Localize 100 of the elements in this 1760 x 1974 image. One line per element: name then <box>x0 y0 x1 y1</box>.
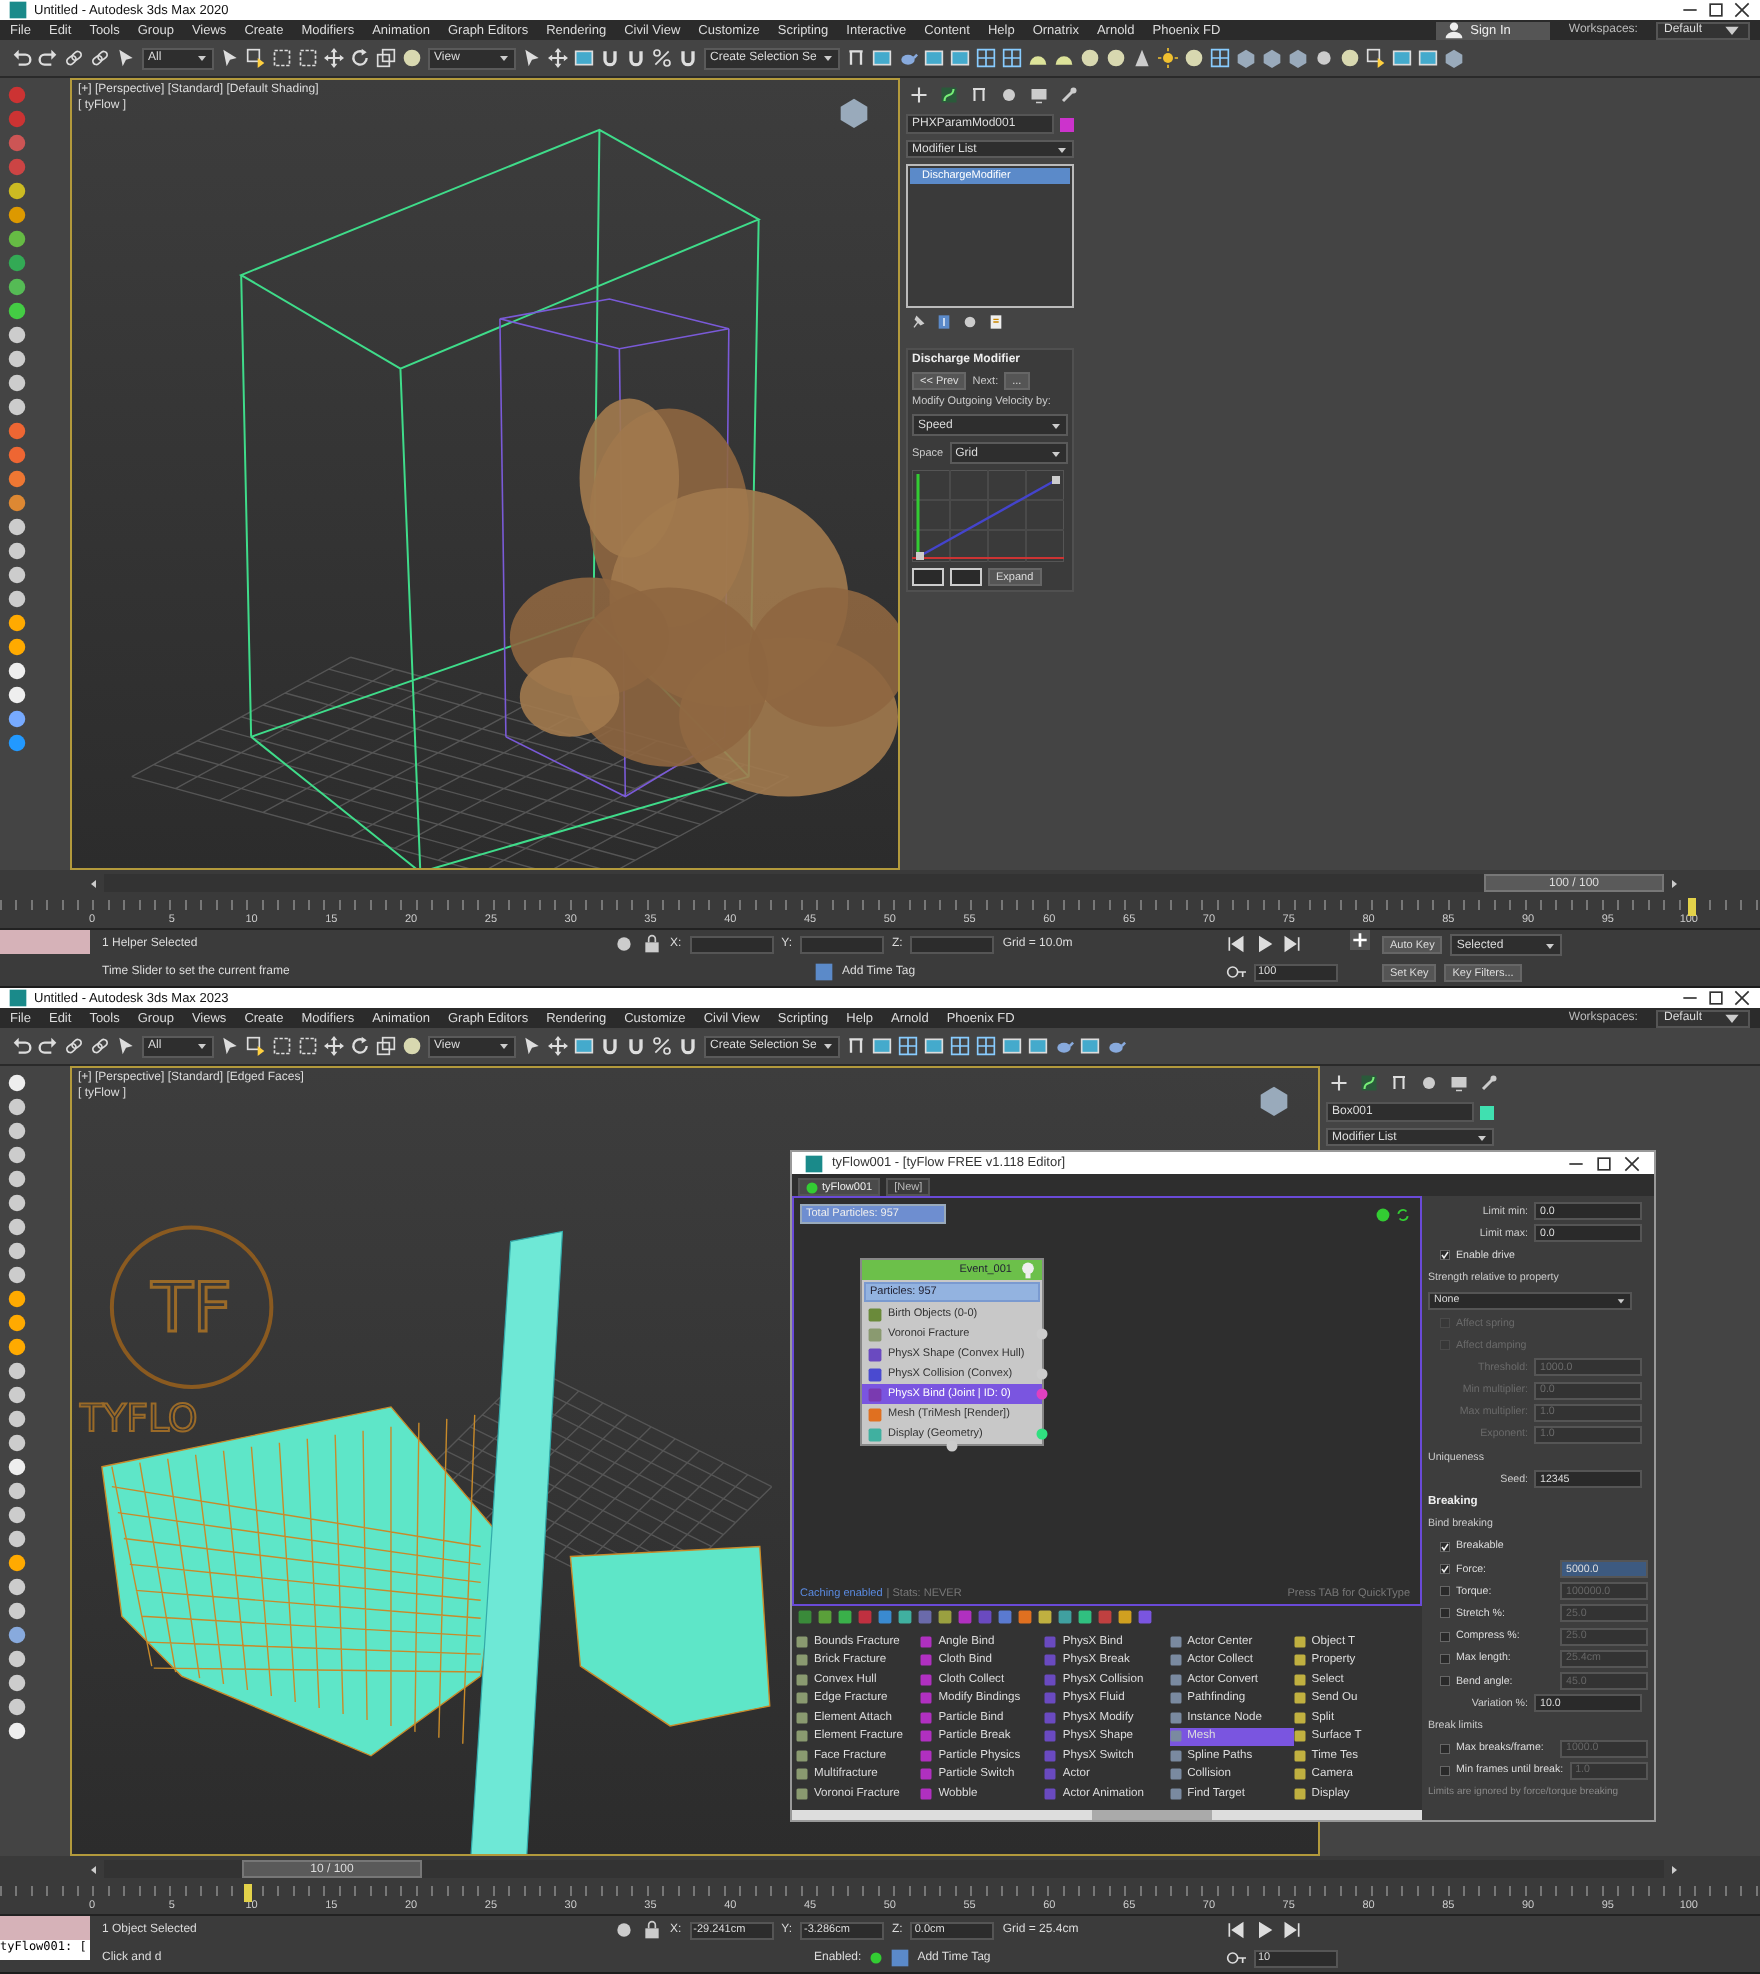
coordinate-field[interactable] <box>800 935 885 953</box>
checkbox[interactable] <box>1440 1541 1450 1552</box>
teapot-icon[interactable] <box>898 48 918 68</box>
caret-left-icon[interactable] <box>88 1863 100 1875</box>
monitor-icon[interactable] <box>1450 1074 1468 1092</box>
scrollbar-thumb[interactable] <box>1092 1810 1212 1820</box>
cursor-icon[interactable] <box>116 1036 136 1056</box>
checkbox[interactable] <box>1440 1608 1450 1619</box>
cube-icon[interactable] <box>1258 1084 1290 1116</box>
hierarchy-icon[interactable] <box>846 48 866 68</box>
circle-icon[interactable] <box>614 1920 634 1940</box>
key-icon[interactable] <box>1226 962 1246 982</box>
cone-icon[interactable] <box>1132 48 1152 68</box>
value-field[interactable] <box>950 568 982 586</box>
playhead-marker[interactable] <box>244 1884 253 1902</box>
circle-icon[interactable] <box>1420 1074 1438 1092</box>
grid-icon[interactable] <box>898 1036 918 1056</box>
move-icon[interactable] <box>324 1036 344 1056</box>
color-swatch[interactable] <box>1060 117 1074 131</box>
maximize-icon[interactable] <box>1706 0 1726 20</box>
move-icon[interactable] <box>548 48 568 68</box>
grid-icon[interactable] <box>950 1036 970 1056</box>
hierarchy-icon[interactable] <box>846 1036 866 1056</box>
color-swatch[interactable] <box>1480 1105 1494 1119</box>
maximize-icon[interactable] <box>1594 1153 1614 1173</box>
lock-icon[interactable] <box>642 934 662 954</box>
cursor-icon[interactable] <box>522 48 542 68</box>
grid-icon[interactable] <box>1002 48 1022 68</box>
cursor-icon[interactable] <box>116 48 136 68</box>
link-icon[interactable] <box>90 48 110 68</box>
checkbox[interactable] <box>1440 1564 1450 1575</box>
wrench-icon[interactable] <box>1060 86 1078 104</box>
cursor-icon[interactable] <box>522 1036 542 1056</box>
listener-field[interactable] <box>0 1916 90 1940</box>
frame-icon[interactable] <box>574 1036 594 1056</box>
skip-forward-icon[interactable] <box>1282 934 1302 954</box>
plus-icon[interactable] <box>1330 1074 1348 1092</box>
curve-icon[interactable] <box>940 86 958 104</box>
link-icon[interactable] <box>90 1036 110 1056</box>
caret-left-icon[interactable] <box>88 877 100 889</box>
coordinate-field[interactable] <box>910 935 995 953</box>
hierarchy-icon[interactable] <box>1390 1074 1408 1092</box>
dashed-square-icon[interactable] <box>298 1036 318 1056</box>
dashed-square-icon[interactable] <box>272 1036 292 1056</box>
link-icon[interactable] <box>64 1036 84 1056</box>
grid-icon[interactable] <box>976 1036 996 1056</box>
cube-icon[interactable] <box>838 96 870 128</box>
frame-icon[interactable] <box>1080 1036 1100 1056</box>
play-icon[interactable] <box>1254 934 1274 954</box>
refresh-icon[interactable] <box>1396 1208 1410 1222</box>
horizontal-scrollbar[interactable] <box>792 1810 1422 1820</box>
magnet-icon[interactable] <box>678 48 698 68</box>
link-icon[interactable] <box>64 48 84 68</box>
percent-icon[interactable] <box>652 48 672 68</box>
frame-icon[interactable] <box>872 1036 892 1056</box>
key-icon[interactable] <box>1226 1948 1246 1968</box>
undo-icon[interactable] <box>12 1036 32 1056</box>
grid-icon[interactable] <box>1210 48 1230 68</box>
frame-icon[interactable] <box>872 48 892 68</box>
cursor-icon[interactable] <box>220 1036 240 1056</box>
pin-icon[interactable] <box>910 314 926 330</box>
checkbox[interactable] <box>1440 1743 1450 1754</box>
cube-icon[interactable] <box>1444 48 1464 68</box>
redo-icon[interactable] <box>38 1036 58 1056</box>
sphere-icon[interactable] <box>402 48 422 68</box>
checkbox[interactable] <box>1440 1250 1450 1261</box>
close-icon[interactable] <box>1622 1153 1642 1173</box>
circle-icon[interactable] <box>1000 86 1018 104</box>
rotate-icon[interactable] <box>350 48 370 68</box>
scale-icon[interactable] <box>376 1036 396 1056</box>
value-field[interactable] <box>912 568 944 586</box>
playhead-marker[interactable] <box>1688 898 1696 916</box>
teapot-icon[interactable] <box>1054 1036 1074 1056</box>
play-icon[interactable] <box>1254 1920 1274 1940</box>
checkbox[interactable] <box>1440 1676 1450 1687</box>
close-icon[interactable] <box>1732 988 1752 1008</box>
move-icon[interactable] <box>324 48 344 68</box>
circle-icon[interactable] <box>1314 48 1334 68</box>
caret-right-icon[interactable] <box>1668 1863 1680 1875</box>
maximize-icon[interactable] <box>1706 988 1726 1008</box>
coordinate-field[interactable] <box>689 935 774 953</box>
caret-right-icon[interactable] <box>1668 877 1680 889</box>
sphere-icon[interactable] <box>1340 48 1360 68</box>
tag-icon[interactable] <box>889 1948 910 1968</box>
monitor-icon[interactable] <box>1030 86 1048 104</box>
checkbox[interactable] <box>1440 1765 1450 1776</box>
checkbox[interactable] <box>1440 1586 1450 1597</box>
cursor-icon[interactable] <box>220 48 240 68</box>
undo-icon[interactable] <box>12 48 32 68</box>
scale-icon[interactable] <box>376 48 396 68</box>
magnet-icon[interactable] <box>678 1036 698 1056</box>
checkbox[interactable] <box>1440 1631 1450 1642</box>
lock-icon[interactable] <box>642 1920 662 1940</box>
plus-icon[interactable] <box>910 86 928 104</box>
bar-icon[interactable] <box>936 314 952 330</box>
skip-back-icon[interactable] <box>1226 1920 1246 1940</box>
frame-icon[interactable] <box>574 48 594 68</box>
grid-icon[interactable] <box>976 48 996 68</box>
page-icon[interactable] <box>988 314 1004 330</box>
checkbox[interactable] <box>1440 1653 1450 1664</box>
